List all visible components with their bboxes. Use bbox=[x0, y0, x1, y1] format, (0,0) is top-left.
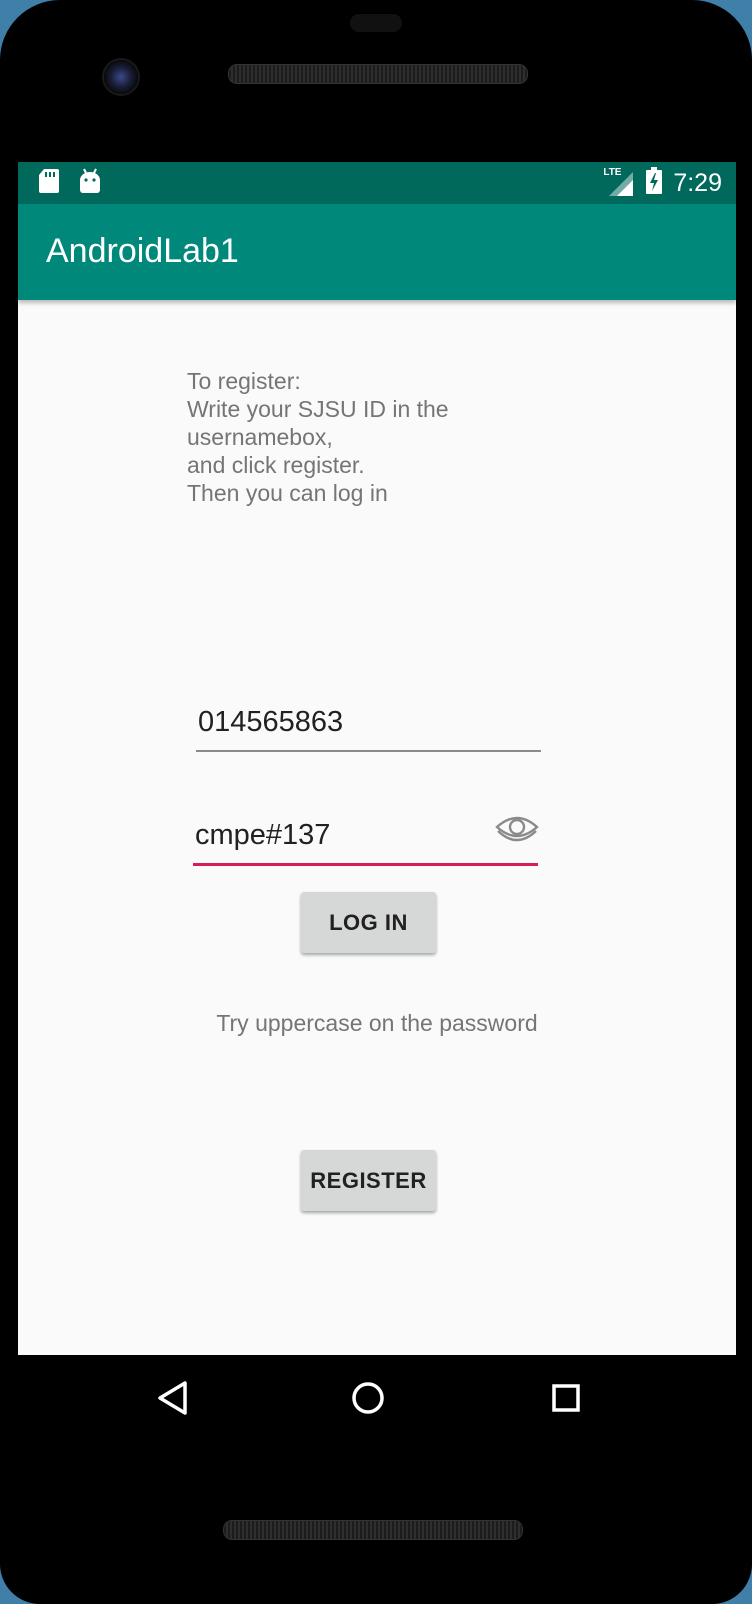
status-system: LTE 7:29 bbox=[603, 166, 722, 200]
earpiece-speaker bbox=[228, 64, 528, 84]
status-clock: 7:29 bbox=[673, 168, 722, 197]
app-title: AndroidLab1 bbox=[46, 232, 239, 270]
signal-icon: LTE bbox=[603, 167, 635, 198]
network-type-label: LTE bbox=[603, 167, 622, 178]
app-bar: AndroidLab1 bbox=[18, 204, 736, 300]
password-hint: Try uppercase on the password bbox=[216, 1010, 538, 1036]
register-button[interactable]: REGISTER bbox=[301, 1150, 436, 1211]
top-notch bbox=[350, 14, 402, 32]
log-in-button[interactable]: LOG IN bbox=[301, 892, 436, 953]
screen: LTE 7:29 AndroidLab1 To register: Write … bbox=[18, 162, 736, 1355]
instruction-line: Write your SJSU ID in the bbox=[187, 396, 449, 422]
status-notifications bbox=[38, 168, 102, 199]
instruction-line: and click register. bbox=[187, 452, 365, 478]
android-icon bbox=[78, 168, 102, 199]
status-bar: LTE 7:29 bbox=[18, 162, 736, 204]
instruction-line: usernamebox, bbox=[187, 424, 333, 450]
front-camera bbox=[104, 60, 138, 94]
password-input[interactable]: cmpe#137 bbox=[193, 813, 540, 866]
username-input[interactable]: 014565863 bbox=[196, 700, 541, 752]
recents-icon[interactable] bbox=[541, 1373, 591, 1423]
sd-card-icon bbox=[38, 168, 60, 199]
battery-charging-icon bbox=[645, 166, 663, 200]
username-value: 014565863 bbox=[198, 706, 344, 738]
register-instructions: To register: Write your SJSU ID in the u… bbox=[187, 367, 607, 507]
show-password-eye-icon[interactable] bbox=[494, 813, 540, 845]
navigation-bar bbox=[18, 1355, 736, 1440]
bottom-speaker bbox=[223, 1520, 523, 1540]
instruction-line: Then you can log in bbox=[187, 480, 388, 506]
password-value: cmpe#137 bbox=[195, 819, 331, 851]
phone-frame: LTE 7:29 AndroidLab1 To register: Write … bbox=[0, 0, 752, 1604]
home-icon[interactable] bbox=[343, 1373, 393, 1423]
back-icon[interactable] bbox=[148, 1373, 198, 1423]
instruction-line: To register: bbox=[187, 368, 301, 394]
